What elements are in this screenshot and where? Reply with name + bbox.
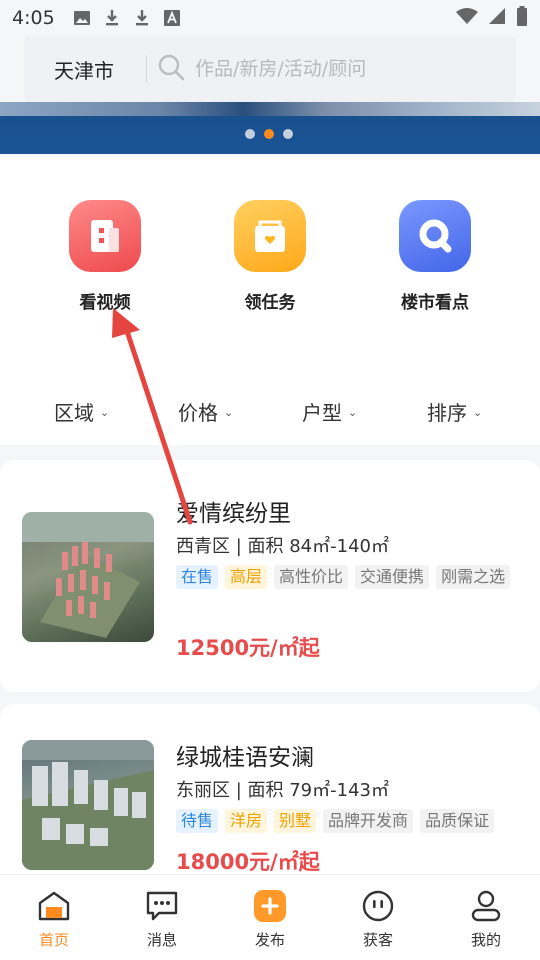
tag: 待售	[176, 809, 219, 833]
search-icon	[399, 200, 471, 272]
battery-icon	[516, 6, 528, 30]
nav-customers[interactable]: 获客	[338, 889, 418, 950]
quick-action-market[interactable]: 楼市看点	[375, 200, 495, 313]
tag: 洋房	[225, 809, 268, 833]
task-icon	[234, 200, 306, 272]
home-icon	[37, 889, 71, 923]
chevron-down-icon: ⌄	[100, 406, 110, 419]
listing-price: 12500元/㎡起	[176, 636, 320, 660]
filter-region[interactable]: 区域 ⌄	[54, 397, 109, 426]
tag: 别墅	[274, 809, 317, 833]
listing-meta: 西青区 | 面积 84㎡-140㎡	[176, 536, 389, 557]
nav-label: 我的	[470, 931, 501, 949]
system-icons	[456, 6, 528, 30]
filter-label: 区域	[54, 401, 94, 425]
listing-tags: 在售 高层 高性价比 交通便携 刚需之选	[176, 565, 526, 589]
nav-label: 发布	[254, 931, 285, 949]
status-time: 4:05	[12, 7, 55, 29]
listing-image	[22, 512, 154, 642]
font-icon	[163, 9, 181, 27]
tag: 高性价比	[274, 565, 349, 589]
divider	[146, 55, 147, 83]
nav-label: 消息	[146, 931, 177, 949]
download-icon	[133, 9, 151, 27]
carousel-dots	[245, 129, 293, 139]
city-selector[interactable]: 天津市	[24, 55, 146, 84]
nav-home[interactable]: 首页	[14, 889, 94, 950]
video-icon	[69, 200, 141, 272]
banner-carousel[interactable]	[0, 102, 540, 154]
tag: 在售	[176, 565, 219, 589]
nav-label: 获客	[362, 931, 393, 949]
quick-action-label: 领任务	[244, 293, 296, 313]
tag: 刚需之选	[436, 565, 511, 589]
filter-label: 户型	[302, 401, 342, 425]
tag: 交通便携	[355, 565, 430, 589]
nav-profile[interactable]: 我的	[446, 889, 526, 950]
filter-bar: 区域 ⌄ 价格 ⌄ 户型 ⌄ 排序 ⌄	[0, 397, 540, 427]
wifi-icon	[456, 7, 478, 29]
nav-messages[interactable]: 消息	[122, 889, 202, 950]
search-bar: 天津市	[24, 36, 516, 102]
banner-image	[0, 102, 540, 116]
quick-action-task[interactable]: 领任务	[210, 200, 330, 313]
quick-actions-panel: 看视频 领任务 楼市看点 区域 ⌄ 价格 ⌄ 户型 ⌄ 排序 ⌄	[0, 155, 540, 445]
listing-image	[22, 740, 154, 870]
filter-sort[interactable]: 排序 ⌄	[427, 397, 482, 426]
tag: 品牌开发商	[323, 809, 414, 833]
listing-card[interactable]: 爱情缤纷里 西青区 | 面积 84㎡-140㎡ 在售 高层 高性价比 交通便携 …	[0, 460, 540, 692]
signal-icon	[488, 7, 506, 29]
chevron-down-icon: ⌄	[348, 406, 358, 419]
quick-action-video[interactable]: 看视频	[45, 200, 165, 313]
search-icon	[157, 53, 185, 85]
nav-publish[interactable]: 发布	[230, 889, 310, 950]
quick-action-label: 楼市看点	[401, 293, 469, 313]
carousel-dot-active[interactable]	[264, 129, 274, 139]
customer-icon	[361, 889, 395, 923]
listing-title: 绿城桂语安澜	[176, 745, 314, 771]
tag: 品质保证	[420, 809, 495, 833]
download-icon	[103, 9, 121, 27]
filter-label: 排序	[427, 401, 467, 425]
carousel-dot[interactable]	[283, 129, 293, 139]
notification-icons	[73, 9, 181, 27]
publish-icon	[253, 889, 287, 923]
quick-action-label: 看视频	[79, 293, 131, 313]
listing-tags: 待售 洋房 别墅 品牌开发商 品质保证	[176, 809, 526, 833]
carousel-dot[interactable]	[245, 129, 255, 139]
nav-label: 首页	[38, 931, 69, 949]
profile-icon	[469, 889, 503, 923]
chevron-down-icon: ⌄	[473, 406, 483, 419]
bottom-nav: 首页 消息 发布 获客 我的	[0, 874, 540, 960]
listing-title: 爱情缤纷里	[176, 501, 291, 527]
filter-layout[interactable]: 户型 ⌄	[302, 397, 357, 426]
filter-price[interactable]: 价格 ⌄	[178, 397, 233, 426]
image-icon	[73, 9, 91, 27]
filter-label: 价格	[178, 401, 218, 425]
search-input[interactable]	[195, 58, 495, 80]
listing-price: 18000元/㎡起	[176, 850, 320, 874]
chevron-down-icon: ⌄	[224, 406, 234, 419]
listing-meta: 东丽区 | 面积 79㎡-143㎡	[176, 780, 389, 801]
tag: 高层	[225, 565, 268, 589]
status-bar: 4:05	[0, 0, 540, 36]
message-icon	[145, 889, 179, 923]
